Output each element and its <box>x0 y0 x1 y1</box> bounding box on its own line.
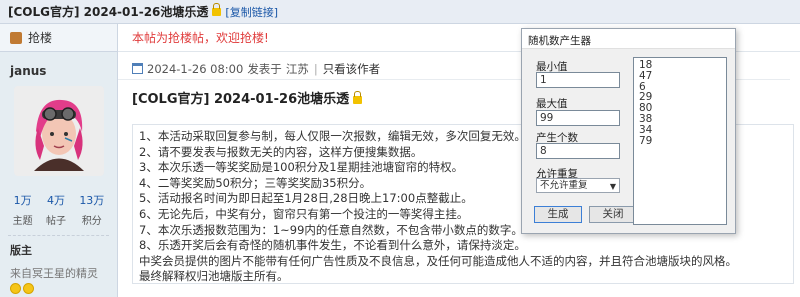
avatar[interactable] <box>13 86 104 176</box>
grab-floor-bar: 抢楼 <box>0 24 117 52</box>
divider <box>8 235 109 236</box>
author-sidebar: 抢楼 janus 1万 主题 4万 帖子 13万 积分 版主 来自冥王星的精灵 <box>0 24 118 297</box>
grab-floor-icon <box>10 31 22 44</box>
post-datetime: 2024-1-26 08:00 <box>147 61 244 76</box>
content-line: 中奖会员提供的图片不能带有任何广告性质及不良信息，及任何可能造成他人不适的内容，… <box>139 253 737 268</box>
stat-topics[interactable]: 1万 主题 <box>13 192 33 227</box>
result-item: 34 <box>639 123 653 136</box>
stat-points[interactable]: 13万 积分 <box>79 192 104 227</box>
stat-posts[interactable]: 4万 帖子 <box>46 192 66 227</box>
chevron-down-icon: ▼ <box>609 182 616 191</box>
lock-icon <box>212 2 222 16</box>
smiley-icon <box>23 283 34 294</box>
stat-label: 积分 <box>81 216 102 227</box>
random-number-dialog: 随机数产生器 最小值 1 最大值 99 产生个数 8 允许重复 不允许重复 ▼ … <box>521 28 736 234</box>
stat-value: 1万 <box>13 194 32 207</box>
stat-value: 13万 <box>79 194 105 207</box>
post-location: 江苏 <box>285 61 309 76</box>
min-value-input[interactable]: 1 <box>536 72 620 88</box>
stat-label: 主题 <box>12 216 33 227</box>
results-list[interactable]: 18 47 6 29 80 38 34 79 <box>633 57 727 225</box>
thread-title-bar: [COLG官方] 2024-01-26池塘乐透 [复制链接] <box>0 0 800 24</box>
smiley-icon <box>10 283 21 294</box>
post-title-text: [COLG官方] 2024-01-26池塘乐透 <box>132 92 350 107</box>
result-item: 47 <box>639 69 653 82</box>
thread-title: [COLG官方] 2024-01-26池塘乐透 <box>8 5 209 19</box>
content-line: 8、乐透开奖后会有奇怪的随机事件发生，不论看到什么意外，请保持淡定。 <box>139 238 526 253</box>
stat-value: 4万 <box>46 194 65 207</box>
generate-button[interactable]: 生成 <box>534 206 582 223</box>
emoji-row <box>0 283 117 297</box>
dialog-title[interactable]: 随机数产生器 <box>522 29 735 49</box>
repeat-select[interactable]: 不允许重复 ▼ <box>536 178 620 193</box>
grab-floor-label: 抢楼 <box>28 31 53 45</box>
author-stats: 1万 主题 4万 帖子 13万 积分 <box>0 192 117 227</box>
lock-icon <box>353 90 363 104</box>
repeat-select-value: 不允许重复 <box>540 180 588 191</box>
posted-from-label: 发表于 <box>247 61 282 76</box>
stat-label: 帖子 <box>45 216 66 227</box>
content-line: 最终解释权归池塘版主所有。 <box>139 269 289 284</box>
copy-link[interactable]: [复制链接] <box>225 4 278 20</box>
calendar-icon <box>132 63 143 74</box>
only-author-link[interactable]: 只看该作者 <box>323 61 381 77</box>
author-username[interactable]: janus <box>0 64 117 78</box>
close-button[interactable]: 关闭 <box>589 206 637 223</box>
result-item: 79 <box>639 134 653 147</box>
meta-divider: | <box>313 61 318 76</box>
max-label: 最大值 <box>536 98 568 110</box>
count-input[interactable]: 8 <box>536 143 620 159</box>
author-signature: 来自冥王星的精灵 <box>10 267 98 280</box>
author-role: 版主 <box>10 244 32 257</box>
max-value-input[interactable]: 99 <box>536 110 620 126</box>
